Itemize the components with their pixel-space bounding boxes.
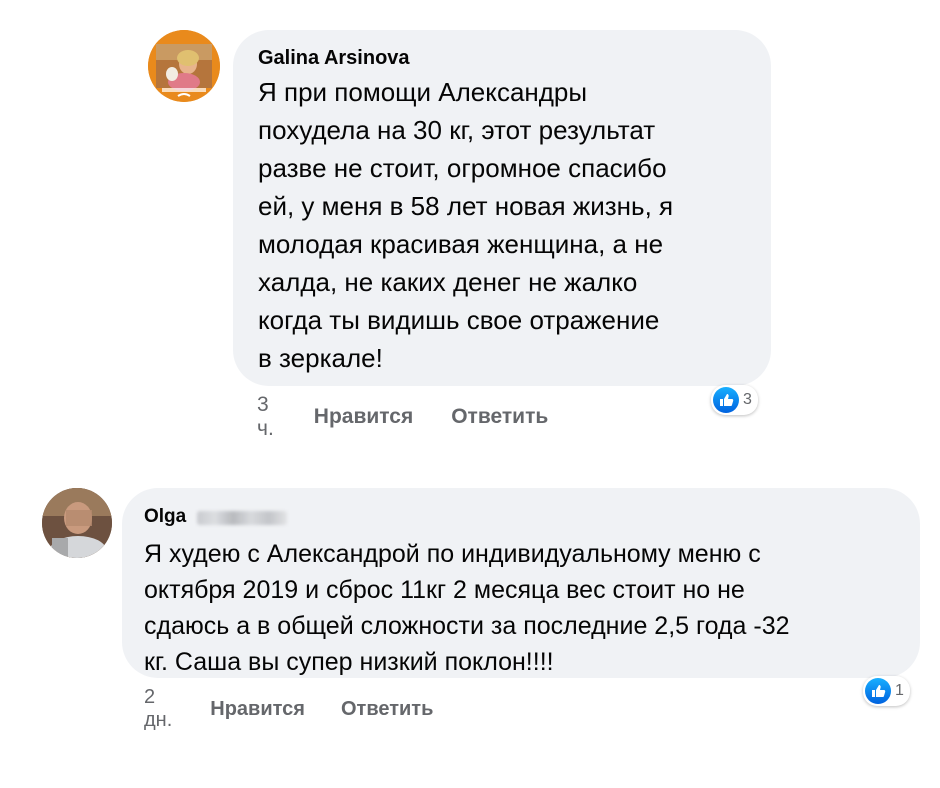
like-icon — [713, 387, 739, 413]
avatar[interactable] — [148, 30, 220, 102]
reply-button[interactable]: Ответить — [341, 698, 433, 721]
comment-timestamp[interactable]: 3 ч. — [257, 393, 274, 441]
comment-author[interactable]: Olga — [144, 506, 186, 527]
like-button[interactable]: Нравится — [210, 698, 305, 721]
comment-actions: 3 ч. Нравится Ответить — [257, 393, 548, 441]
comment-text-line: разве не стоит, огромное спасибо — [258, 153, 667, 183]
comment-text-line: сдаюсь а в общей сложности за последние … — [144, 612, 790, 640]
like-button[interactable]: Нравится — [314, 405, 413, 429]
comment-text-line: халда, не каких денег не жалко — [258, 267, 638, 297]
comment-bubble: Olga Я худею с Александрой по индивидуал… — [122, 488, 920, 678]
comment-text-line: Я при помощи Александры — [258, 77, 588, 107]
reaction-count-value: 3 — [743, 391, 752, 408]
comment-text-line: похудела на 30 кг, этот результат — [258, 115, 656, 145]
comment-author-row: Olga — [144, 506, 898, 530]
reaction-count[interactable]: 1 — [863, 676, 910, 706]
comment-text-line: когда ты видишь свое отражение — [258, 305, 660, 335]
blurred-surname — [196, 510, 287, 525]
like-icon — [865, 678, 891, 704]
comment-bubble: Galina Arsinova Я при помощи Александры … — [233, 30, 771, 386]
comment-text-line: кг. Саша вы супер низкий поклон!!!! — [144, 648, 554, 676]
comment-author[interactable]: Galina Arsinova — [258, 45, 746, 71]
avatar-image — [42, 488, 112, 558]
comment-timestamp[interactable]: 2 дн. — [144, 686, 172, 732]
comment-text-line: Я худею с Александрой по индивидуальному… — [144, 540, 761, 568]
comment-text: Я худею с Александрой по индивидуальному… — [144, 536, 898, 680]
avatar-image — [148, 30, 220, 102]
reaction-count[interactable]: 3 — [711, 385, 758, 415]
comment-actions: 2 дн. Нравится Ответить — [144, 686, 433, 732]
reply-button[interactable]: Ответить — [451, 405, 548, 429]
reaction-count-value: 1 — [895, 682, 904, 699]
comment-text-line: в зеркале! — [258, 343, 383, 373]
comment-text-line: октября 2019 и сброс 11кг 2 месяца вес с… — [144, 576, 745, 604]
comment-text: Я при помощи Александры похудела на 30 к… — [258, 73, 746, 377]
comment-text-line: молодая красивая женщина, а не — [258, 229, 664, 259]
avatar[interactable] — [42, 488, 112, 558]
comment-text-line: ей, у меня в 58 лет новая жизнь, я — [258, 191, 674, 221]
